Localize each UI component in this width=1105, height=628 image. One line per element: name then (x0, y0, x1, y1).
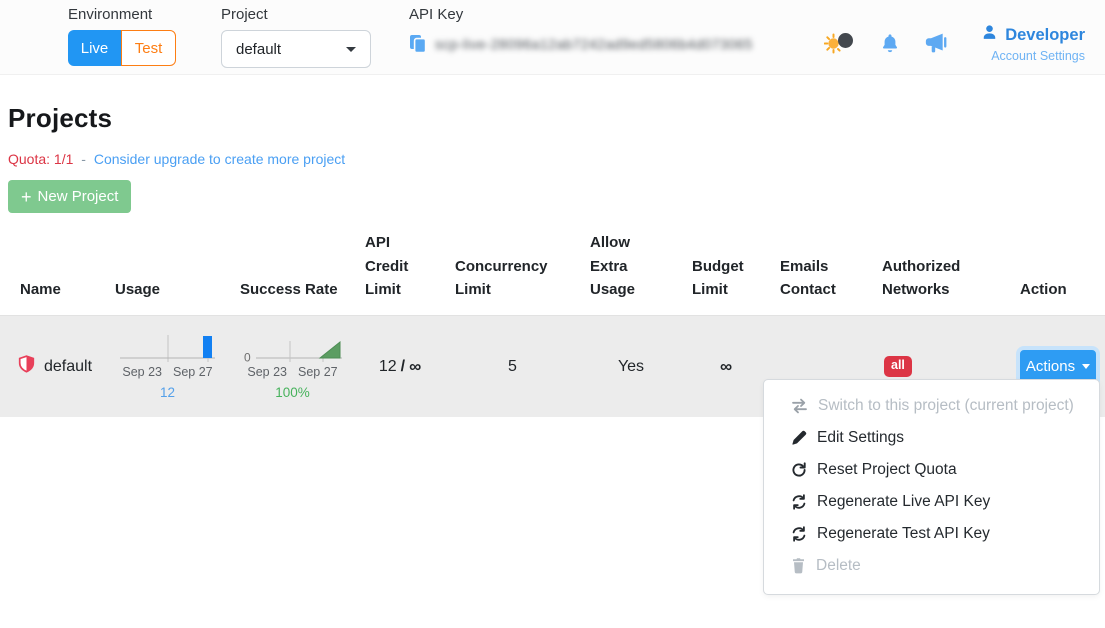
sync-icon (791, 494, 807, 510)
menu-item-regenerate-test-key[interactable]: Regenerate Test API Key (764, 518, 1099, 550)
account-settings-link[interactable]: Account Settings (991, 49, 1085, 63)
header-right: Developer Account Settings (824, 24, 1085, 63)
svg-text:0: 0 (244, 351, 251, 364)
api-credit-separator: / (401, 358, 405, 376)
page-title: Projects (8, 103, 1105, 134)
usage-cell: Sep 23 Sep 27 12 (105, 333, 230, 400)
success-date-end: Sep 27 (298, 365, 338, 379)
column-header-name: Name (0, 227, 105, 315)
success-rate-value: 100% (275, 385, 310, 400)
api-credit-limit: ∞ (409, 357, 421, 377)
user-name: Developer (1005, 26, 1085, 45)
networks-all-badge: all (884, 356, 912, 377)
chevron-down-icon (346, 47, 356, 52)
column-header-usage: Usage (105, 227, 230, 315)
authorized-networks-cell: all (872, 356, 1010, 377)
usage-value: 12 (160, 385, 175, 400)
app-screen: Environment Live Test Project default AP… (0, 0, 1105, 628)
exchange-icon (791, 398, 808, 414)
budget-limit-cell: ∞ (682, 357, 770, 377)
environment-live-button[interactable]: Live (68, 30, 121, 66)
project-group: Project default (221, 6, 371, 68)
success-rate-cell: 0 Sep 23 Sep 27 100% (230, 333, 355, 400)
quota-value: Quota: 1/1 (8, 151, 73, 167)
upgrade-link[interactable]: Consider upgrade to create more project (94, 151, 345, 167)
column-header-budget-limit: Budget Limit (682, 227, 770, 315)
column-header-authorized-networks: Authorized Networks (872, 227, 1010, 315)
environment-toggle: Live Test (68, 30, 176, 66)
user-menu[interactable]: Developer (981, 24, 1085, 46)
redo-icon (791, 462, 807, 478)
api-key-label: API Key (409, 6, 753, 23)
caret-down-icon (1082, 364, 1090, 369)
project-select-value: default (236, 41, 281, 58)
trash-icon (791, 558, 806, 574)
success-date-start: Sep 23 (247, 365, 287, 379)
user-icon (981, 24, 998, 46)
success-rate-sparkline-chart: 0 (244, 333, 342, 363)
api-credit-limit-cell: 12 / ∞ (355, 357, 445, 377)
api-credit-used: 12 (379, 358, 397, 376)
main-content: Projects Quota: 1/1 - Consider upgrade t… (0, 75, 1105, 417)
project-label: Project (221, 6, 371, 23)
usage-date-end: Sep 27 (173, 365, 213, 379)
copy-icon[interactable] (409, 34, 427, 54)
plus-icon: + (21, 188, 32, 206)
project-name: default (44, 358, 92, 376)
pencil-icon (791, 430, 807, 446)
column-header-api-credit-limit: API Credit Limit (355, 227, 445, 315)
announcements-megaphone-icon[interactable] (925, 33, 951, 54)
environment-label: Environment (68, 6, 176, 23)
quota-line: Quota: 1/1 - Consider upgrade to create … (8, 151, 1105, 167)
user-block: Developer Account Settings (981, 24, 1085, 63)
environment-test-button[interactable]: Test (121, 30, 176, 66)
shield-icon (18, 355, 35, 378)
menu-item-regenerate-live-key[interactable]: Regenerate Live API Key (764, 486, 1099, 518)
api-key-group: API Key scp-live-28096a12ab7242ad9ed5806… (409, 6, 753, 54)
column-header-concurrency-limit: Concurrency Limit (445, 227, 580, 315)
usage-sparkline-chart (120, 333, 215, 363)
api-key-value: scp-live-28096a12ab7242ad9ed5806b4d07306… (435, 36, 753, 52)
menu-item-edit-settings[interactable]: Edit Settings (764, 422, 1099, 454)
column-header-allow-extra-usage: Allow Extra Usage (580, 227, 682, 315)
new-project-label: New Project (38, 188, 119, 205)
menu-item-reset-quota[interactable]: Reset Project Quota (764, 454, 1099, 486)
allow-extra-usage-cell: Yes (580, 358, 682, 376)
quota-separator: - (81, 151, 86, 167)
table-header-row: Name Usage Success Rate API Credit Limit… (0, 227, 1105, 315)
actions-menu: Switch to this project (current project)… (763, 379, 1100, 595)
theme-toggle-icon[interactable] (824, 30, 855, 57)
column-header-emails-contact: Emails Contact (770, 227, 872, 315)
menu-item-switch-project: Switch to this project (current project) (764, 390, 1099, 422)
concurrency-limit-cell: 5 (445, 358, 580, 376)
notifications-bell-icon[interactable] (879, 32, 901, 55)
top-header: Environment Live Test Project default AP… (0, 0, 1105, 75)
project-select[interactable]: default (221, 30, 371, 68)
project-name-cell: default (0, 355, 105, 378)
column-header-action: Action (1010, 227, 1105, 315)
sync-icon (791, 526, 807, 542)
column-header-success-rate: Success Rate (230, 227, 355, 315)
environment-group: Environment Live Test (68, 6, 176, 66)
new-project-button[interactable]: + New Project (8, 180, 131, 213)
actions-button-label: Actions (1026, 358, 1075, 375)
usage-date-start: Sep 23 (122, 365, 162, 379)
menu-item-delete: Delete (764, 550, 1099, 582)
